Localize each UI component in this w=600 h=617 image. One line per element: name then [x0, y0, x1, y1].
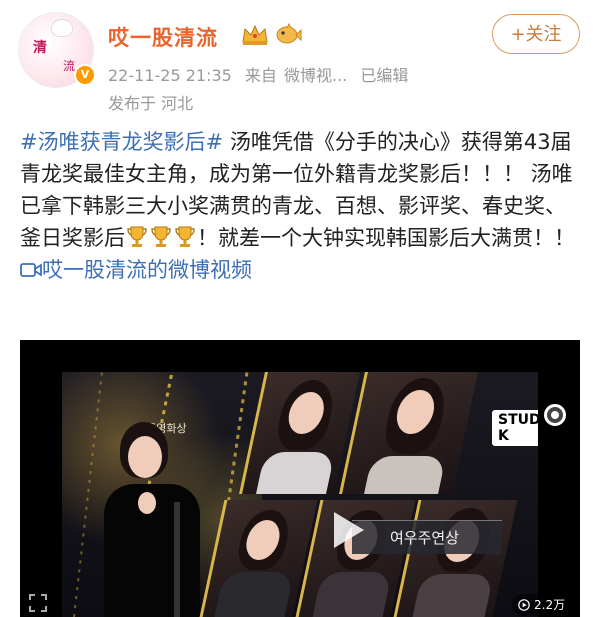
avatar-text-top: 清 [33, 40, 47, 56]
award-banner: 여우주연상 [352, 520, 502, 554]
crown-icon [242, 24, 268, 45]
post-location: 发布于 河北 [108, 94, 194, 113]
avatar-text-bottom: 流 [63, 59, 76, 73]
view-count-text: 2.2万 [534, 598, 566, 612]
video-icon [20, 263, 42, 277]
video-player[interactable]: 청룡영화상 STUD K 여우주연상 2.2万 [20, 340, 580, 617]
post-meta: 22-11-25 21:35 来自 微博视... 已编辑 [108, 62, 416, 86]
post-source-prefix: 来自 [244, 66, 277, 85]
post-source[interactable]: 微博视... [284, 66, 347, 85]
fish-icon [276, 22, 302, 44]
username[interactable]: 哎一股清流 [108, 22, 218, 52]
trophy-icon [175, 226, 195, 247]
presenter-figure [102, 422, 222, 617]
record-icon[interactable] [544, 404, 566, 426]
verified-badge: V [74, 64, 96, 86]
trophy-icon [127, 226, 147, 247]
trophy-icon [151, 226, 171, 247]
play-count-icon [518, 599, 530, 611]
studio-tag: STUDIO K [492, 410, 538, 446]
topic-link[interactable]: #汤唯获青龙奖影后# [20, 130, 223, 154]
follow-button[interactable]: +关注 [492, 14, 580, 54]
play-icon[interactable] [320, 504, 372, 556]
post-time: 22-11-25 21:35 [108, 66, 232, 85]
fullscreen-icon[interactable] [28, 593, 48, 613]
post-text: #汤唯获青龙奖影后# 汤唯凭借《分手的决心》获得第43届青龙奖最佳女主角，成为第… [20, 126, 586, 286]
view-count: 2.2万 [512, 594, 574, 616]
video-frame: 청룡영화상 STUD K 여우주연상 [62, 372, 538, 617]
edited-label: 已编辑 [360, 66, 409, 85]
bunny-icon [51, 19, 73, 37]
post-body-2: ！就差一个大钟实现韩国影后大满贯！！ [197, 226, 575, 250]
video-link[interactable]: 哎一股清流的微博视频 [42, 258, 252, 282]
